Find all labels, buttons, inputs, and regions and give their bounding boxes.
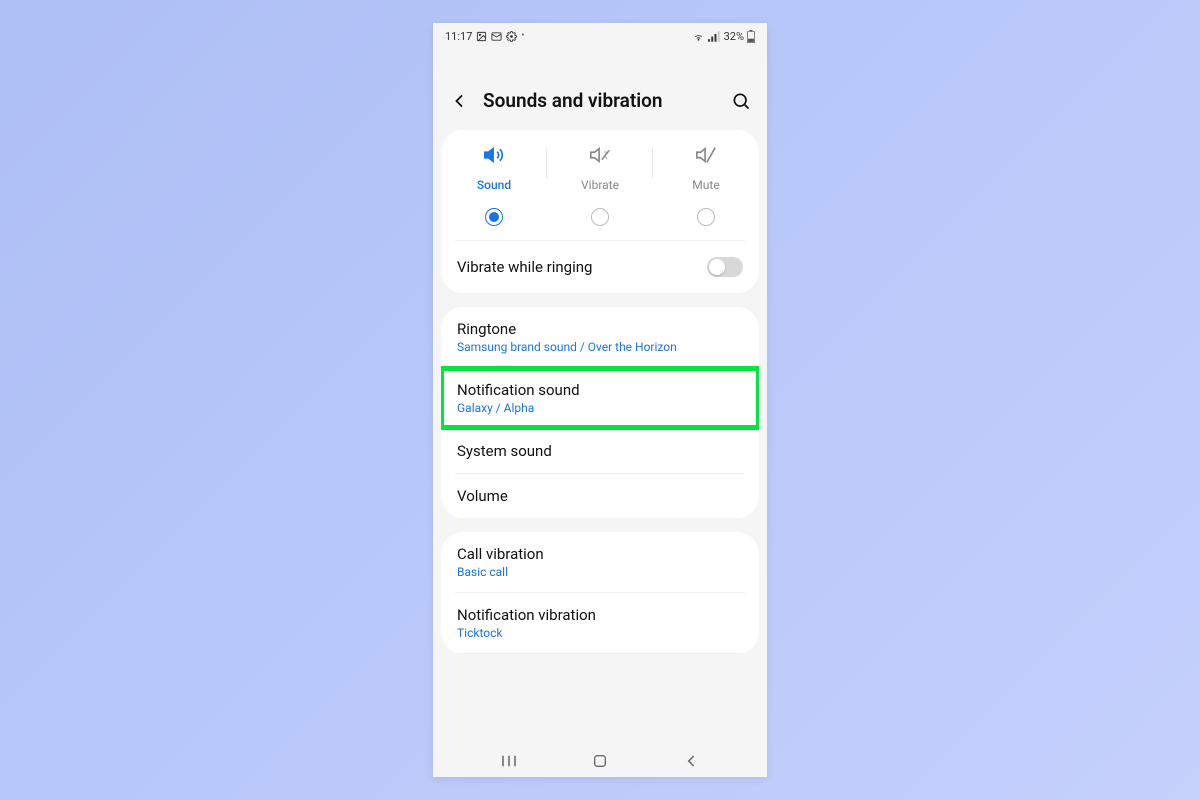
sound-settings-card: Ringtone Samsung brand sound / Over the … xyxy=(441,307,759,518)
mode-row: Sound Vibrate Mute xyxy=(441,130,759,202)
mode-radio-row xyxy=(441,202,759,240)
notification-sound-sub: Galaxy / Alpha xyxy=(457,401,743,415)
mode-vibrate-label: Vibrate xyxy=(581,178,619,192)
search-button[interactable] xyxy=(731,91,751,111)
ringtone-item[interactable]: Ringtone Samsung brand sound / Over the … xyxy=(441,307,759,367)
back-button[interactable] xyxy=(449,91,469,111)
call-vibration-sub: Basic call xyxy=(457,565,743,579)
mode-mute-label: Mute xyxy=(692,178,719,192)
status-time: 11:17 xyxy=(445,30,472,43)
signal-icon xyxy=(708,31,721,42)
sound-mode-card: Sound Vibrate Mute Vibrate while ringin xyxy=(441,130,759,293)
vibrate-while-ringing-label: Vibrate while ringing xyxy=(457,258,592,276)
status-right: 32% xyxy=(692,30,755,43)
notification-vibration-title: Notification vibration xyxy=(457,606,743,624)
battery-text: 32% xyxy=(724,30,744,43)
mode-sound[interactable]: Sound xyxy=(441,144,547,192)
volume-item[interactable]: Volume xyxy=(441,474,759,518)
ringtone-sub: Samsung brand sound / Over the Horizon xyxy=(457,340,743,354)
radio-sound[interactable] xyxy=(485,208,503,226)
phone-frame: 11:17 • 32% xyxy=(433,23,767,777)
mode-mute[interactable]: Mute xyxy=(653,144,759,192)
status-left: 11:17 • xyxy=(445,30,524,43)
ringtone-title: Ringtone xyxy=(457,320,743,338)
vibration-settings-card: Call vibration Basic call Notification v… xyxy=(441,532,759,654)
page-title: Sounds and vibration xyxy=(483,89,717,112)
call-vibration-title: Call vibration xyxy=(457,545,743,563)
notification-sound-item[interactable]: Notification sound Galaxy / Alpha xyxy=(441,368,759,428)
notification-vibration-sub: Ticktock xyxy=(457,626,743,640)
dot-icon: • xyxy=(521,31,524,41)
battery-icon xyxy=(747,30,755,43)
notification-vibration-item[interactable]: Notification vibration Ticktock xyxy=(441,593,759,653)
page-header: Sounds and vibration xyxy=(433,49,767,130)
sound-icon xyxy=(483,144,505,170)
nav-home[interactable] xyxy=(592,753,608,769)
status-bar: 11:17 • 32% xyxy=(433,23,767,49)
nav-recents[interactable] xyxy=(500,752,518,770)
mode-vibrate[interactable]: Vibrate xyxy=(547,144,653,192)
call-vibration-item[interactable]: Call vibration Basic call xyxy=(441,532,759,592)
nav-bar xyxy=(433,745,767,777)
mail-icon xyxy=(491,31,502,42)
volume-title: Volume xyxy=(457,487,743,505)
nav-back[interactable] xyxy=(682,752,700,770)
radio-vibrate[interactable] xyxy=(591,208,609,226)
wifi-icon xyxy=(692,31,705,42)
gear-icon xyxy=(506,31,517,42)
vibrate-while-ringing-row[interactable]: Vibrate while ringing xyxy=(441,241,759,293)
system-sound-title: System sound xyxy=(457,442,743,460)
gallery-icon xyxy=(476,31,487,42)
system-sound-item[interactable]: System sound xyxy=(441,429,759,473)
notification-sound-title: Notification sound xyxy=(457,381,743,399)
vibrate-while-ringing-toggle[interactable] xyxy=(707,257,743,277)
mode-sound-label: Sound xyxy=(477,178,511,192)
radio-mute[interactable] xyxy=(697,208,715,226)
vibrate-icon xyxy=(589,144,611,170)
divider xyxy=(455,653,745,654)
mute-icon xyxy=(695,144,717,170)
